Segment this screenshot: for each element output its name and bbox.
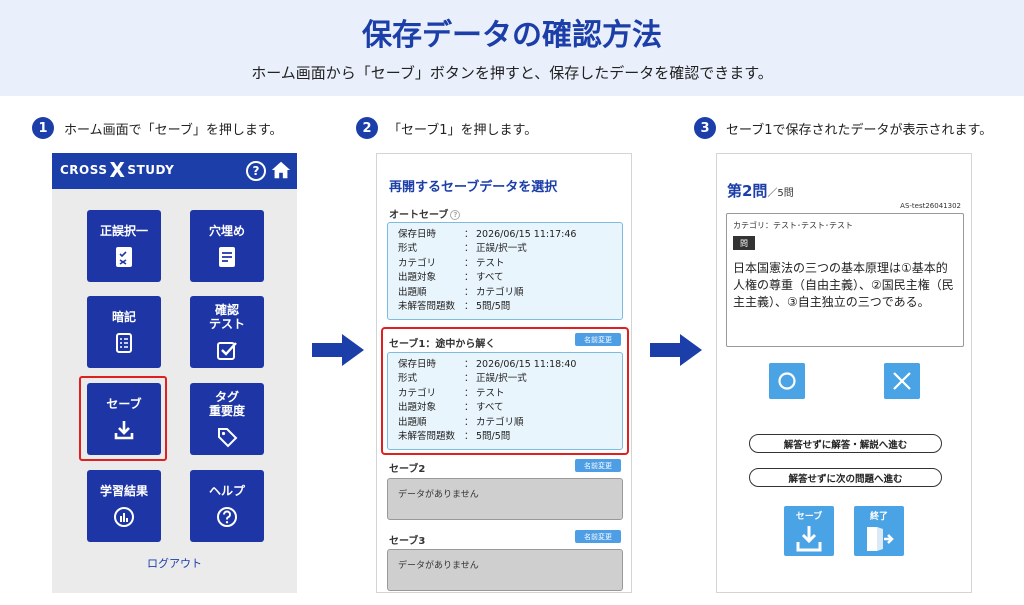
- document-icon: [219, 247, 235, 267]
- logout-link[interactable]: ログアウト: [52, 555, 297, 571]
- skip-to-next-button[interactable]: 解答せずに次の問題へ進む: [749, 468, 942, 487]
- skip-to-explanation-button[interactable]: 解答せずに解答・解説へ進む: [749, 434, 942, 453]
- save-button[interactable]: セーブ: [784, 506, 834, 556]
- question-number: 第2問／5問: [727, 182, 794, 200]
- app-header: CROSS X STUDY ?: [52, 153, 297, 189]
- home-screen: CROSS X STUDY ? 正誤択一 穴埋め 暗記 確認 テスト セーブ タグ …: [52, 153, 297, 593]
- step-text: ホーム画面で「セーブ」を押します。: [64, 122, 283, 138]
- highlight-frame: [381, 327, 629, 455]
- home-icon[interactable]: [270, 159, 292, 181]
- rename-button[interactable]: 名前変更: [575, 459, 621, 472]
- question-badge: 問: [733, 236, 755, 250]
- download-icon: [796, 526, 822, 552]
- question-card: カテゴリ：テスト･テスト･テスト 問 日本国憲法の三つの基本原理は①基本的人権の…: [726, 213, 964, 347]
- autosave-label: オートセーブ?: [389, 206, 461, 221]
- tile-anki[interactable]: 暗記: [87, 296, 161, 368]
- tile-anaume[interactable]: 穴埋め: [190, 210, 264, 282]
- highlight-frame: [79, 376, 167, 461]
- page-header: 保存データの確認方法 ホーム画面から「セーブ」ボタンを押すと、保存したデータを確…: [0, 0, 1024, 96]
- right-arrow-icon: [650, 334, 702, 366]
- step-2: 2 「セーブ1」を押します。: [356, 117, 537, 139]
- tile-seigo-takuitsu[interactable]: 正誤択一: [87, 210, 161, 282]
- save2-empty-card[interactable]: データがありません: [387, 478, 623, 520]
- right-arrow-icon: [312, 334, 364, 366]
- help-icon: [217, 507, 237, 527]
- question-id: AS-test26041302: [900, 202, 961, 210]
- save3-label: セーブ3: [389, 536, 426, 547]
- page-subtitle: ホーム画面から「セーブ」ボタンを押すと、保存したデータを確認できます。: [251, 64, 773, 82]
- rename-button[interactable]: 名前変更: [575, 530, 621, 543]
- step-number: 3: [694, 117, 716, 139]
- circle-answer-button[interactable]: [769, 363, 805, 399]
- step-1: 1 ホーム画面で「セーブ」を押します。: [32, 117, 283, 139]
- save2-label: セーブ2: [389, 464, 426, 475]
- info-icon: ?: [450, 210, 461, 220]
- save-select-screen: 再開するセーブデータを選択 オートセーブ? 保存日時： 2026/06/15 11…: [376, 153, 632, 593]
- step-text: 「セーブ1」を押します。: [388, 122, 538, 138]
- tile-tag-importance[interactable]: タグ 重要度: [190, 383, 264, 455]
- question-text: 日本国憲法の三つの基本原理は①基本的人権の尊重（自由主義）、②国民主権（民主主義…: [733, 261, 954, 309]
- chart-icon: [114, 507, 134, 527]
- help-icon[interactable]: ?: [246, 161, 266, 181]
- tag-icon: [218, 428, 238, 448]
- end-button[interactable]: 終了: [854, 506, 904, 556]
- step-text: セーブ1で保存されたデータが表示されます。: [726, 122, 993, 138]
- list-icon: [116, 333, 132, 353]
- step-number: 1: [32, 117, 54, 139]
- step-number: 2: [356, 117, 378, 139]
- app-logo: CROSS X STUDY: [60, 158, 175, 182]
- tile-help[interactable]: ヘルプ: [190, 470, 264, 542]
- question-category: カテゴリ：テスト･テスト･テスト: [733, 221, 853, 230]
- tile-kakunin-test[interactable]: 確認 テスト: [190, 296, 264, 368]
- exit-door-icon: [867, 527, 894, 551]
- question-screen: 第2問／5問 AS-test26041302 カテゴリ：テスト･テスト･テスト …: [716, 153, 972, 593]
- checkbox-icon: [217, 342, 237, 360]
- screen-title: 再開するセーブデータを選択: [389, 180, 558, 195]
- save3-empty-card[interactable]: データがありません: [387, 549, 623, 591]
- cross-answer-button[interactable]: [884, 363, 920, 399]
- autosave-card[interactable]: 保存日時： 2026/06/15 11:17:46 形式：正誤/択一式 カテゴリ：…: [387, 222, 623, 321]
- page-title: 保存データの確認方法: [362, 18, 662, 53]
- tile-learning-results[interactable]: 学習結果: [87, 470, 161, 542]
- checklist-icon: [116, 247, 132, 267]
- step-3: 3 セーブ1で保存されたデータが表示されます。: [694, 117, 992, 139]
